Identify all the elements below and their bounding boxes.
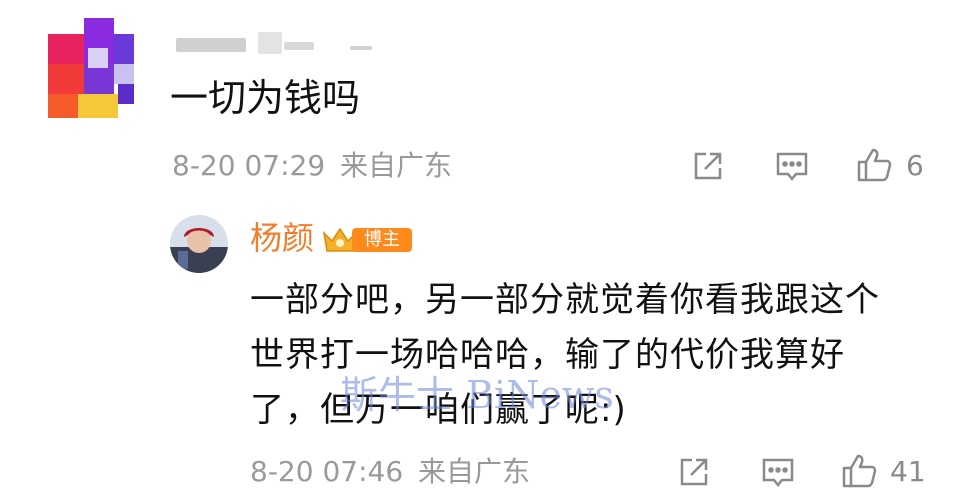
reply-icon[interactable]	[760, 454, 796, 490]
share-icon[interactable]	[676, 454, 712, 490]
reply-text-line: 一部分吧，另一部分就觉着你看我跟这个	[250, 280, 880, 320]
author-name[interactable]: 杨颜	[250, 218, 314, 258]
username-blurred-3	[284, 42, 314, 50]
share-icon[interactable]	[690, 148, 726, 184]
username-blurred-2	[258, 32, 282, 54]
reply-icon[interactable]	[774, 148, 810, 184]
reply-time: 8-20 07:46	[250, 455, 404, 488]
comment-location: 来自广东	[340, 149, 453, 182]
comment-like-count: 6	[906, 149, 924, 182]
badge-label: 博主	[352, 228, 412, 252]
like-icon[interactable]	[855, 146, 893, 184]
username-blurred-4	[350, 46, 372, 50]
blogger-badge: 博主	[320, 225, 414, 257]
author-avatar[interactable]	[170, 215, 228, 273]
comment-text: 一切为钱吗	[170, 76, 361, 120]
like-icon[interactable]	[840, 452, 878, 490]
reply-like-count: 41	[890, 455, 926, 488]
reply-text-line: 世界打一场哈哈哈，输了的代价我算好	[250, 335, 845, 375]
reply-location: 来自广东	[418, 455, 531, 488]
username-blurred[interactable]	[176, 38, 246, 52]
comment-time: 8-20 07:29	[172, 149, 326, 182]
watermark: 斯牛士 BiNews	[340, 373, 614, 417]
user-avatar[interactable]	[48, 18, 134, 118]
